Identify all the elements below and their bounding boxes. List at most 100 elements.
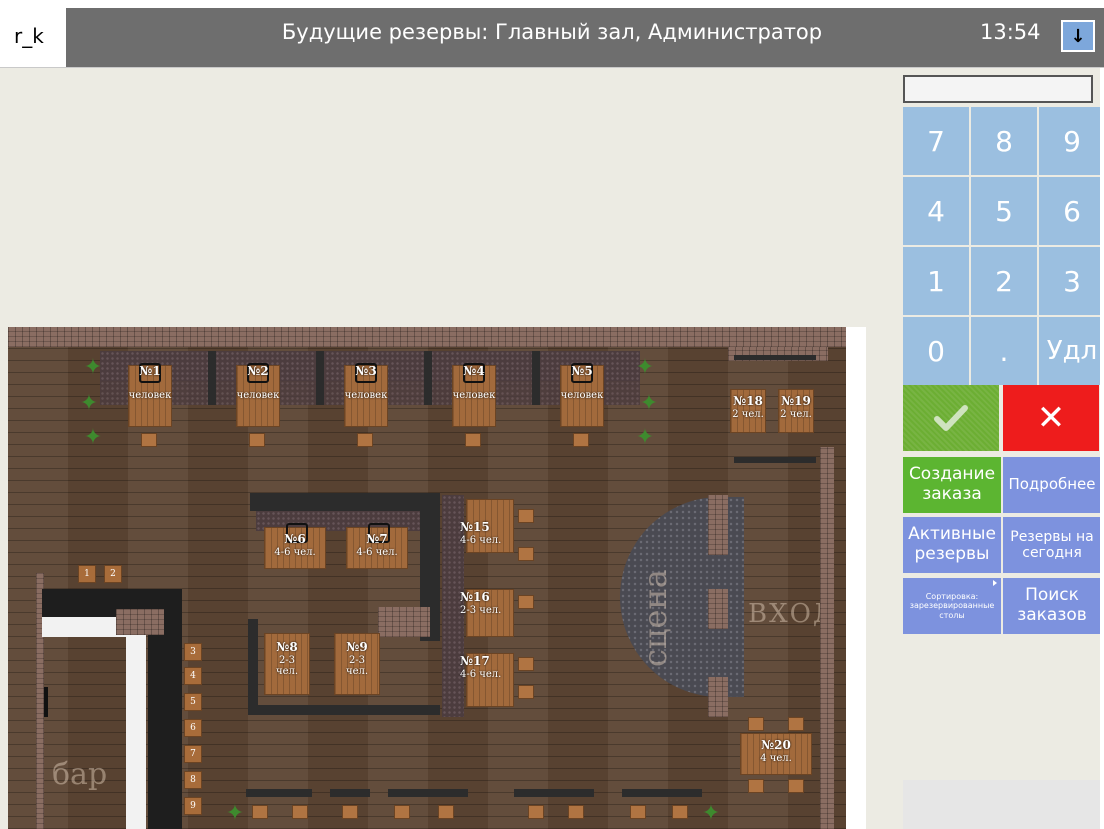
booth-divider <box>316 351 324 405</box>
rail <box>734 355 816 360</box>
bar-pillar <box>116 609 164 635</box>
chair <box>788 717 804 731</box>
chair <box>630 805 646 819</box>
right-edge <box>1100 68 1104 829</box>
key-6[interactable]: 6 <box>1039 177 1104 245</box>
chair <box>748 717 764 731</box>
table-4-label: №4 человек <box>452 364 496 402</box>
table-6-label: №6 4-6 чел. <box>274 532 316 558</box>
hall-floor: №1 человек №2 человек №3 человек №4 человек … <box>8 327 846 829</box>
table-16-label: №16 2-3 чел. <box>460 590 502 616</box>
arrow-down-icon: ↓ <box>1070 25 1086 47</box>
key-8[interactable]: 8 <box>971 107 1037 175</box>
stage-pillar <box>708 495 728 555</box>
booth-bottom <box>248 705 440 715</box>
active-reserves-button[interactable]: Активные резервы <box>903 517 1001 573</box>
chair <box>748 779 764 793</box>
table-17-label: №17 4-6 чел. <box>460 654 502 680</box>
header-divider <box>0 67 1104 68</box>
booth-rail <box>330 789 370 797</box>
plant-icon: ✦ <box>639 391 659 416</box>
chair <box>528 805 544 819</box>
chair <box>573 433 589 447</box>
bar-seat[interactable]: 1 <box>78 565 96 583</box>
key-5[interactable]: 5 <box>971 177 1037 245</box>
stage-label: сцена <box>636 569 674 667</box>
stage-pillar <box>708 677 728 717</box>
plant-icon: ✦ <box>701 801 721 826</box>
bar-seat[interactable]: 5 <box>184 693 202 711</box>
search-orders-button[interactable]: Поиск заказов <box>1003 578 1101 634</box>
table-7-label: №7 4-6 чел. <box>356 532 398 558</box>
chair <box>438 805 454 819</box>
plant-icon: ✦ <box>79 391 99 416</box>
table-5-label: №5 человек <box>560 364 604 402</box>
sort-arrow-icon <box>993 580 997 586</box>
booth-divider <box>208 351 216 405</box>
table-9-label: №9 2-3 чел. <box>345 640 369 678</box>
bottom-panel <box>903 780 1100 829</box>
key-dot[interactable]: . <box>971 317 1037 385</box>
pillar <box>378 607 430 637</box>
key-7[interactable]: 7 <box>903 107 969 175</box>
bar-seat[interactable]: 9 <box>184 797 202 815</box>
key-2[interactable]: 2 <box>971 247 1037 315</box>
numpad-display[interactable] <box>903 75 1093 103</box>
table-1-label: №1 человек <box>128 364 172 402</box>
bar-door <box>44 687 48 717</box>
plant-icon: ✦ <box>225 801 245 826</box>
booth-rail <box>622 789 702 797</box>
sort-button[interactable]: Сортировка: зарезервированные столы <box>903 578 1001 634</box>
chair <box>788 779 804 793</box>
cancel-button[interactable]: ✕ <box>1003 385 1099 451</box>
key-delete[interactable]: Удл <box>1039 317 1104 385</box>
bar-seat[interactable]: 7 <box>184 745 202 763</box>
close-icon: ✕ <box>1036 398 1066 438</box>
bar-seat[interactable]: 6 <box>184 719 202 737</box>
create-order-button[interactable]: Создание заказа <box>903 457 1001 513</box>
booth-rail <box>246 789 312 797</box>
table-8-label: №8 2-3 чел. <box>275 640 299 678</box>
plant-icon: ✦ <box>83 425 103 450</box>
key-4[interactable]: 4 <box>903 177 969 245</box>
table-2-label: №2 человек <box>236 364 280 402</box>
table-18-label: №18 2 чел. <box>732 394 764 420</box>
key-3[interactable]: 3 <box>1039 247 1104 315</box>
plant-icon: ✦ <box>635 425 655 450</box>
chair <box>518 685 534 699</box>
chair <box>249 433 265 447</box>
chair <box>518 657 534 671</box>
bar-seat[interactable]: 4 <box>184 667 202 685</box>
plant-icon: ✦ <box>635 355 655 380</box>
booth-rail <box>388 789 468 797</box>
bar-seat[interactable]: 2 <box>104 565 122 583</box>
header-bar: r_k Будущие резервы: Главный зал, Админи… <box>0 0 1104 68</box>
chair <box>518 595 534 609</box>
key-1[interactable]: 1 <box>903 247 969 315</box>
chair <box>568 805 584 819</box>
key-9[interactable]: 9 <box>1039 107 1104 175</box>
bar-seat[interactable]: 8 <box>184 771 202 789</box>
confirm-button[interactable] <box>903 385 999 451</box>
sort-label: Сортировка: зарезервированные столы <box>909 591 995 620</box>
table-3-label: №3 человек <box>344 364 388 402</box>
floor-plan[interactable]: №1 человек №2 человек №3 человек №4 человек … <box>8 327 866 829</box>
chair <box>518 547 534 561</box>
table-19-label: №19 2 чел. <box>780 394 812 420</box>
reserves-today-button[interactable]: Резервы на сегодня <box>1003 517 1101 573</box>
numpad: 7 8 9 4 5 6 1 2 3 0 . Удл <box>903 107 1104 385</box>
details-button[interactable]: Подробнее <box>1003 457 1101 513</box>
rail <box>734 457 816 463</box>
chair <box>141 433 157 447</box>
booth-divider <box>424 351 432 405</box>
download-button[interactable]: ↓ <box>1061 20 1095 52</box>
booth-divider <box>532 351 540 405</box>
key-0[interactable]: 0 <box>903 317 969 385</box>
page-title: Будущие резервы: Главный зал, Администра… <box>281 20 823 44</box>
bar-label: бар <box>52 757 108 792</box>
bar-surface <box>126 617 146 829</box>
table-20-label: №20 4 чел. <box>760 738 792 764</box>
top-wall <box>8 327 846 347</box>
clock: 13:54 <box>980 20 1041 44</box>
bar-seat[interactable]: 3 <box>184 643 202 661</box>
